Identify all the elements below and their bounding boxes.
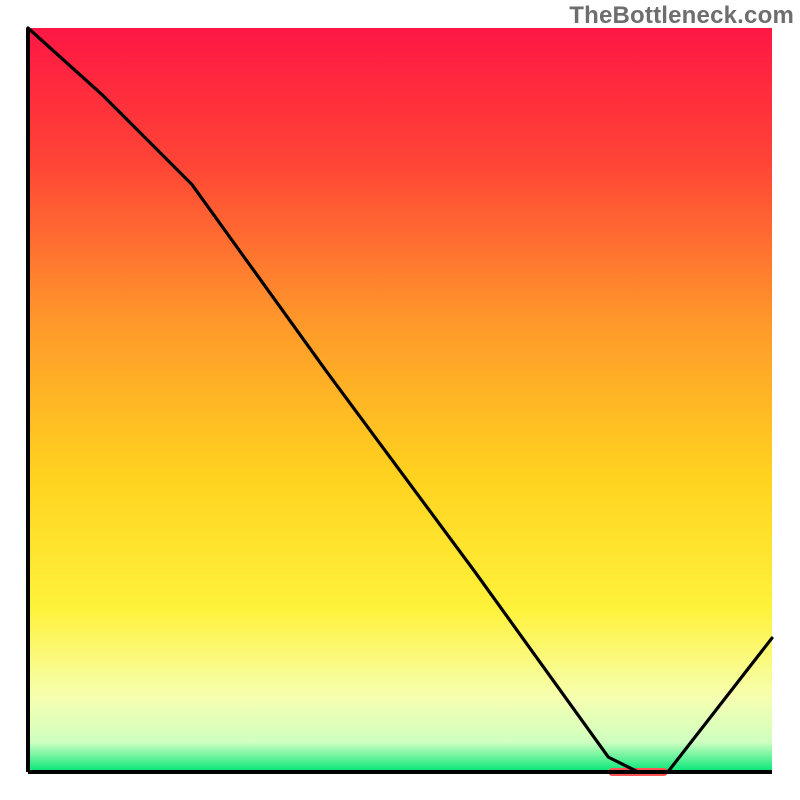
chart-stage: TheBottleneck.com [0, 0, 800, 800]
bottleneck-chart [0, 0, 800, 800]
watermark-label: TheBottleneck.com [569, 2, 794, 30]
plot-background [28, 28, 772, 772]
